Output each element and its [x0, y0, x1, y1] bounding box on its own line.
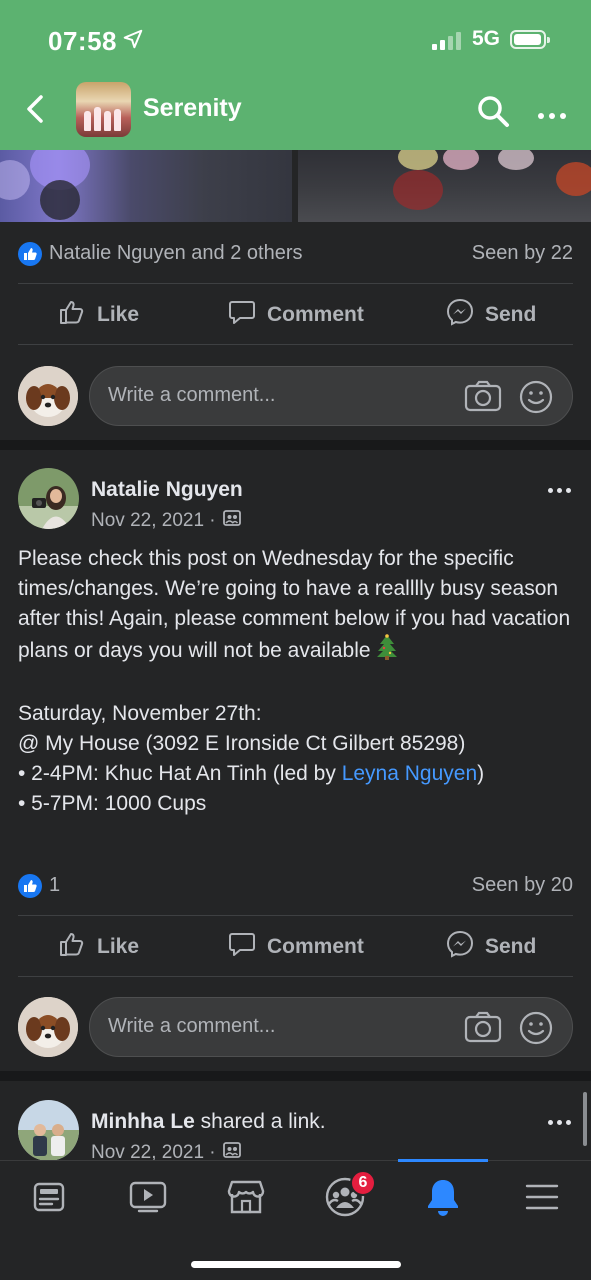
back-button[interactable]: [24, 94, 46, 129]
divider: [18, 344, 573, 345]
post-actions: Like Comment Send: [0, 918, 591, 976]
avatar[interactable]: [18, 997, 78, 1057]
post-photo-left[interactable]: [0, 150, 292, 222]
seen-count[interactable]: Seen by 20: [472, 874, 573, 897]
home-indicator[interactable]: [191, 1261, 401, 1268]
post-text-schedule-2: • 5-7PM: 1000 Cups: [18, 792, 207, 815]
reactions-text: Natalie Nguyen and 2 others: [49, 242, 303, 264]
avatar[interactable]: [18, 1100, 79, 1161]
menu-icon[interactable]: [512, 1175, 572, 1219]
marketplace-icon[interactable]: [216, 1175, 276, 1219]
post-action-text: shared a link.: [194, 1110, 326, 1133]
avatar[interactable]: [18, 468, 79, 529]
camera-icon[interactable]: [464, 1010, 502, 1049]
comment-input[interactable]: Write a comment...: [89, 366, 573, 426]
post-actions: Like Comment Send: [0, 286, 591, 344]
comment-label: Comment: [267, 935, 364, 958]
post-separator: [0, 440, 591, 450]
post-text-date: Saturday, November 27th:: [18, 702, 262, 725]
comment-composer: Write a comment...: [0, 366, 591, 428]
thumbs-up-icon: [57, 297, 87, 333]
post-separator: [0, 1071, 591, 1081]
post-text-location: @ My House (3092 E Ironside Ct Gilbert 8…: [18, 732, 466, 755]
send-label: Send: [485, 935, 537, 958]
comment-icon: [227, 297, 257, 333]
group-cover-thumbnail[interactable]: [76, 82, 131, 137]
like-button[interactable]: Like: [57, 918, 139, 976]
search-icon[interactable]: [476, 94, 510, 133]
status-bar: 07:58 5G: [0, 22, 591, 58]
like-reaction-icon: [18, 874, 42, 898]
status-time: 07:58: [48, 26, 117, 56]
post-text-schedule-1: • 2-4PM: Khuc Hat An Tinh (led by Leyna …: [18, 759, 578, 789]
divider: [18, 915, 573, 916]
active-tab-indicator: [398, 1159, 488, 1162]
comment-composer: Write a comment...: [0, 997, 591, 1059]
post-body: Please check this post on Wednesday for …: [18, 544, 578, 819]
send-button[interactable]: Send: [445, 286, 536, 344]
news-feed-icon[interactable]: [19, 1175, 79, 1219]
divider: [18, 283, 573, 284]
comment-placeholder: Write a comment...: [108, 1015, 276, 1037]
post-date[interactable]: Nov 22, 2021 ·: [91, 510, 216, 532]
post-photo-right[interactable]: [298, 150, 591, 222]
like-reaction-icon: [18, 242, 42, 266]
comment-input[interactable]: Write a comment...: [89, 997, 573, 1057]
christmas-tree-icon: [375, 634, 399, 669]
schedule-1-text: • 2-4PM: Khuc Hat An Tinh (led by: [18, 762, 342, 785]
comment-icon: [227, 929, 257, 965]
signal-icon: [432, 32, 464, 50]
post-more-icon[interactable]: [548, 1112, 575, 1130]
avatar[interactable]: [18, 366, 78, 426]
comment-button[interactable]: Comment: [227, 286, 364, 344]
comment-button[interactable]: Comment: [227, 918, 364, 976]
schedule-1-close: ): [477, 762, 485, 785]
groups-notification-badge: 6: [350, 1170, 376, 1196]
like-label: Like: [97, 935, 140, 958]
header: 07:58 5G Serenity: [0, 0, 591, 150]
post-text-intro: Please check this post on Wednesday for …: [18, 547, 571, 663]
divider: [18, 976, 573, 977]
emoji-icon[interactable]: [518, 1010, 554, 1051]
send-label: Send: [485, 303, 537, 326]
watch-icon[interactable]: [118, 1175, 178, 1219]
notifications-icon[interactable]: [413, 1175, 473, 1219]
comment-label: Comment: [267, 303, 364, 326]
thumbs-up-icon: [57, 929, 87, 965]
comment-placeholder: Write a comment...: [108, 384, 276, 406]
group-navbar: Serenity: [0, 80, 591, 140]
location-arrow-icon: [122, 28, 144, 55]
post-more-icon[interactable]: [548, 480, 575, 498]
post-author-line: Minhha Le shared a link.: [91, 1110, 326, 1134]
messenger-icon: [445, 929, 475, 965]
reactions-summary[interactable]: 1 Seen by 20: [18, 871, 573, 901]
reactions-summary[interactable]: Natalie Nguyen and 2 others Seen by 22: [18, 239, 573, 269]
camera-icon[interactable]: [464, 379, 502, 418]
emoji-icon[interactable]: [518, 379, 554, 420]
reaction-count: 1: [49, 874, 61, 896]
group-name[interactable]: Serenity: [143, 94, 242, 123]
like-label: Like: [97, 303, 140, 326]
network-type: 5G: [472, 27, 501, 50]
messenger-icon: [445, 297, 475, 333]
more-icon[interactable]: [538, 106, 571, 124]
post-author[interactable]: Natalie Nguyen: [91, 478, 243, 502]
mention-link[interactable]: Leyna Nguyen: [342, 762, 477, 785]
scrollbar[interactable]: [583, 1092, 587, 1146]
app-screen: 07:58 5G Serenity Natalie Nguyen and 2 o…: [0, 0, 591, 1280]
battery-icon: [510, 30, 550, 49]
seen-count[interactable]: Seen by 22: [472, 242, 573, 265]
send-button[interactable]: Send: [445, 918, 536, 976]
post-author[interactable]: Minhha Le: [91, 1110, 195, 1133]
group-audience-icon: [222, 509, 241, 533]
post-meta: Nov 22, 2021 ·: [91, 509, 241, 533]
like-button[interactable]: Like: [57, 286, 139, 344]
